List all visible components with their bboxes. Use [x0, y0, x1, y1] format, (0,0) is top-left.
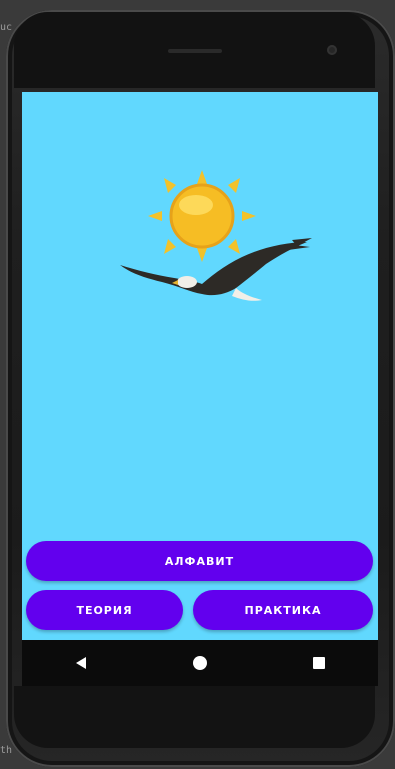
alphabet-button[interactable]: АЛФАВИТ — [26, 541, 373, 581]
speaker-grille — [167, 49, 222, 53]
home-circle-icon — [192, 656, 207, 670]
theory-button[interactable]: ТЕОРИЯ — [26, 590, 183, 630]
app-screen: АЛФАВИТ ТЕОРИЯ ПРАКТИКА — [22, 92, 378, 640]
recents-square-icon — [312, 657, 325, 669]
scene-illustration — [120, 170, 312, 301]
sun-icon — [148, 170, 256, 262]
front-camera — [327, 45, 337, 55]
phone-top-bezel — [14, 12, 375, 88]
eagle-illustration — [120, 238, 312, 301]
recents-button[interactable] — [289, 640, 349, 686]
practice-button[interactable]: ПРАКТИКА — [193, 590, 373, 630]
editor-text-fragment-top: uc — [0, 22, 13, 33]
back-triangle-icon — [76, 657, 87, 669]
phone-bottom-bezel — [14, 686, 375, 748]
editor-text-fragment-bottom: th — [0, 745, 13, 756]
back-button[interactable] — [51, 640, 111, 686]
home-button[interactable] — [170, 640, 230, 686]
android-navigation-bar — [22, 640, 378, 686]
